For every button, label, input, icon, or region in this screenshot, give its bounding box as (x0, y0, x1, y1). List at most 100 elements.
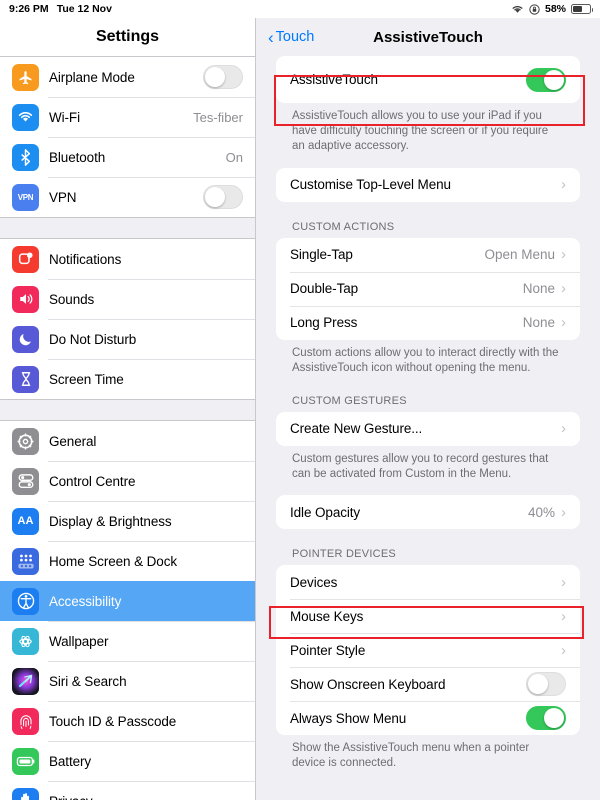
sidebar-item-label: Privacy (49, 794, 93, 800)
pointer-devices-header: POINTER DEVICES (292, 548, 396, 561)
status-time: 9:26 PM (9, 3, 49, 15)
sidebar-item-screen-time[interactable]: Screen Time (0, 359, 255, 399)
sidebar-item-home-screen-dock[interactable]: Home Screen & Dock (0, 541, 255, 581)
sidebar-item-privacy[interactable]: Privacy (0, 781, 255, 800)
always-show-menu-row[interactable]: Always Show Menu (276, 701, 580, 736)
back-button-label: Touch (275, 29, 315, 45)
assistivetouch-label: AssistiveTouch (290, 72, 378, 87)
privacy-hand-icon (12, 787, 39, 800)
long-press-label: Long Press (290, 315, 358, 331)
detail-nav-bar: ‹ Touch AssistiveTouch (256, 18, 600, 56)
sidebar-item-general[interactable]: General (0, 421, 255, 461)
sidebar-group-gap (0, 400, 255, 420)
accessibility-icon (12, 587, 39, 615)
airplane-icon (12, 63, 39, 91)
chevron-right-icon: › (561, 280, 566, 298)
long-press-row[interactable]: Long Press None › (276, 305, 580, 340)
sidebar-item-label: Siri & Search (49, 673, 127, 689)
show-onscreen-keyboard-toggle[interactable] (526, 672, 566, 697)
chevron-right-icon: › (561, 246, 566, 264)
display-brightness-icon: AA (12, 507, 39, 535)
sidebar-item-battery[interactable]: Battery (0, 741, 255, 781)
sidebar-item-label: General (49, 433, 97, 449)
chevron-right-icon: › (561, 420, 566, 438)
wifi-icon (511, 4, 524, 14)
custom-gestures-header: CUSTOM GESTURES (292, 394, 407, 407)
always-show-menu-toggle[interactable] (526, 706, 566, 731)
create-new-gesture-row[interactable]: Create New Gesture... › (276, 411, 580, 446)
chevron-right-icon: › (561, 176, 566, 194)
chevron-left-icon: ‹ (268, 27, 274, 47)
assistivetouch-detail-pane: ‹ Touch AssistiveTouch AssistiveTouch As… (256, 18, 600, 800)
single-tap-value: Open Menu (484, 247, 555, 263)
touch-id-icon (12, 707, 39, 735)
idle-opacity-row[interactable]: Idle Opacity 40% › (276, 495, 580, 530)
sidebar-item-label: Accessibility (49, 593, 122, 609)
sidebar-item-do-not-disturb[interactable]: Do Not Disturb (0, 319, 255, 359)
gear-icon (12, 427, 39, 455)
airplane-mode-toggle[interactable] (203, 65, 243, 89)
sidebar-item-control-centre[interactable]: Control Centre (0, 461, 255, 501)
single-tap-label: Single-Tap (290, 247, 353, 263)
sidebar-item-accessibility[interactable]: Accessibility (0, 581, 255, 621)
sidebar-item-touch-id-passcode[interactable]: Touch ID & Passcode (0, 701, 255, 741)
vpn-toggle[interactable] (203, 185, 243, 209)
custom-gestures-footnote: Custom gestures allow you to record gest… (292, 452, 549, 481)
sidebar-item-label: Screen Time (49, 371, 124, 387)
battery-icon (12, 747, 39, 775)
sidebar-item-label: Touch ID & Passcode (49, 713, 177, 729)
sidebar-item-airplane-mode[interactable]: Airplane Mode (0, 57, 255, 97)
wallpaper-icon (12, 627, 39, 655)
chevron-right-icon: › (561, 607, 566, 625)
ipad-settings-screen: 9:26 PM Tue 12 Nov 58% Settings Airplane… (0, 0, 600, 800)
chevron-right-icon: › (561, 503, 566, 521)
idle-opacity-card: Idle Opacity 40% › (276, 495, 580, 530)
wifi-value: Tes-fiber (193, 109, 243, 125)
idle-opacity-value: 40% (527, 504, 555, 520)
double-tap-label: Double-Tap (290, 281, 359, 297)
moon-icon (12, 325, 39, 353)
customise-top-level-menu-row[interactable]: Customise Top-Level Menu › (276, 167, 580, 202)
hourglass-icon (12, 365, 39, 393)
sidebar-item-wallpaper[interactable]: Wallpaper (0, 621, 255, 661)
back-button[interactable]: ‹ Touch (268, 29, 314, 46)
always-show-menu-label: Always Show Menu (290, 710, 407, 726)
sidebar-item-bluetooth[interactable]: Bluetooth On (0, 137, 255, 177)
wifi-icon (12, 103, 39, 131)
sidebar-item-label: Airplane Mode (49, 69, 135, 85)
sidebar-item-notifications[interactable]: Notifications (0, 239, 255, 279)
custom-actions-header: CUSTOM ACTIONS (292, 220, 395, 233)
sidebar-item-sounds[interactable]: Sounds (0, 279, 255, 319)
show-onscreen-keyboard-label: Show Onscreen Keyboard (290, 676, 446, 692)
sidebar-item-label: Wallpaper (49, 633, 109, 649)
sidebar-scroll-area[interactable]: Airplane Mode Wi-Fi Tes-fiber Bluetooth … (0, 56, 255, 800)
sidebar-item-label: Wi-Fi (49, 109, 80, 125)
mouse-keys-row[interactable]: Mouse Keys › (276, 599, 580, 634)
bluetooth-value: On (225, 149, 243, 165)
sidebar-item-label: Do Not Disturb (49, 331, 137, 347)
sidebar-item-display-brightness[interactable]: AA Display & Brightness (0, 501, 255, 541)
sidebar-item-label: Battery (49, 753, 92, 769)
settings-sidebar: Settings Airplane Mode Wi-Fi Tes-fiber B… (0, 18, 256, 800)
show-onscreen-keyboard-row[interactable]: Show Onscreen Keyboard (276, 667, 580, 702)
custom-gestures-card: Create New Gesture... › (276, 411, 580, 446)
sidebar-item-label: Notifications (49, 251, 122, 267)
assistivetouch-toggle-row[interactable]: AssistiveTouch (276, 56, 580, 103)
pointer-style-row[interactable]: Pointer Style › (276, 633, 580, 668)
assistivetouch-footnote: AssistiveTouch allows you to use your iP… (292, 110, 549, 153)
sidebar-item-siri-search[interactable]: Siri & Search (0, 661, 255, 701)
sidebar-item-vpn[interactable]: VPN VPN (0, 177, 255, 217)
detail-scroll-area[interactable]: AssistiveTouch AssistiveTouch allows you… (256, 56, 600, 800)
pointer-style-label: Pointer Style (290, 642, 366, 658)
sidebar-item-label: Sounds (49, 291, 95, 307)
chevron-right-icon: › (561, 314, 566, 332)
home-screen-dock-icon (12, 547, 39, 575)
customise-top-level-menu-label: Customise Top-Level Menu (290, 177, 451, 193)
sidebar-item-label: Display & Brightness (49, 513, 172, 529)
battery-percent: 58% (544, 3, 566, 15)
double-tap-row[interactable]: Double-Tap None › (276, 271, 580, 306)
assistivetouch-toggle[interactable] (526, 67, 566, 92)
devices-row[interactable]: Devices › (276, 565, 580, 600)
sidebar-item-wifi[interactable]: Wi-Fi Tes-fiber (0, 97, 255, 137)
single-tap-row[interactable]: Single-Tap Open Menu › (276, 237, 580, 272)
